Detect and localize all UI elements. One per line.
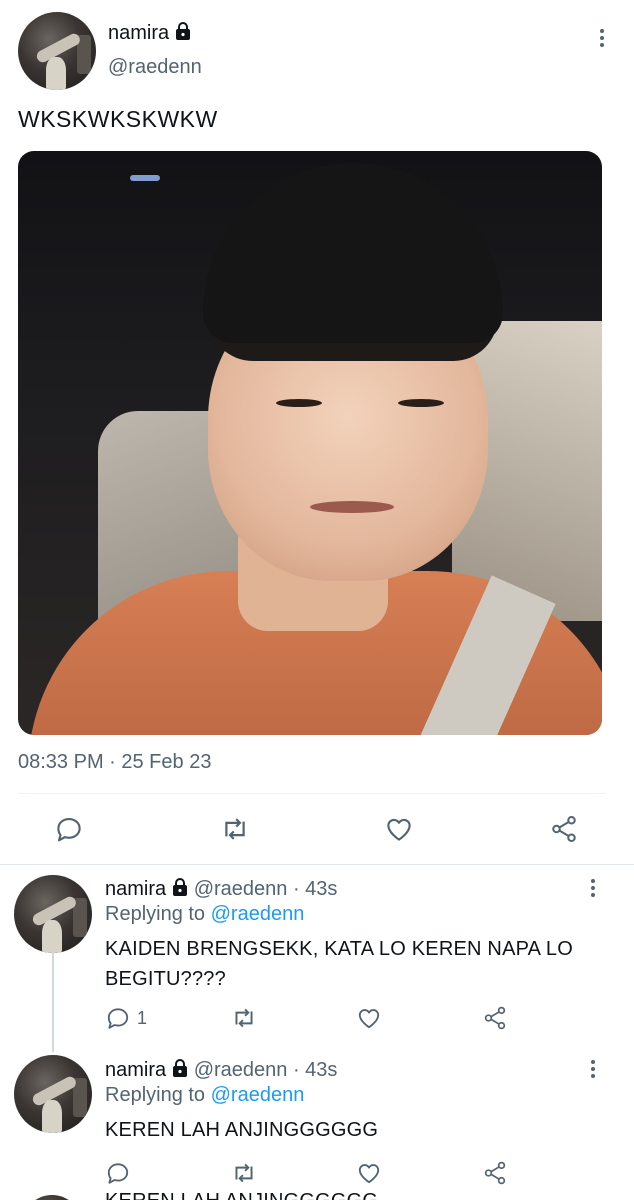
like-icon	[358, 1164, 380, 1184]
reply-icon	[107, 1008, 129, 1029]
reply-text: KAIDEN BRENGSEKK, KATA LO KEREN NAPA LO …	[105, 934, 573, 994]
reply-avatar[interactable]	[14, 1055, 92, 1133]
like-button[interactable]	[356, 1005, 382, 1031]
retweet-button[interactable]	[230, 1005, 258, 1031]
reply-text-line: KAIDEN BRENGSEKK, KATA LO KEREN NAPA LO	[105, 938, 573, 960]
retweet-icon	[235, 1163, 253, 1183]
reply-button[interactable]: 1	[105, 1005, 147, 1031]
more-options-icon[interactable]	[592, 26, 612, 50]
reply-button[interactable]	[54, 814, 84, 844]
share-icon	[484, 1161, 506, 1185]
lock-icon	[173, 878, 188, 896]
tweet-text: WKSKWKSKWKW	[18, 106, 218, 132]
reply-button[interactable]	[105, 1160, 131, 1186]
retweet-button[interactable]	[230, 1160, 258, 1186]
share-button[interactable]	[482, 1160, 508, 1186]
display-name[interactable]: namira	[108, 22, 191, 45]
share-button[interactable]	[482, 1005, 508, 1031]
reply-header[interactable]: namira @raedenn · 43s	[105, 1059, 337, 1082]
share-button[interactable]	[549, 814, 579, 844]
reply-display-name: namira	[105, 878, 167, 900]
reply-handle: @raedenn	[193, 1059, 288, 1081]
replying-to-link[interactable]: @raedenn	[211, 903, 305, 925]
more-options-icon[interactable]	[583, 876, 603, 900]
like-icon	[358, 1009, 380, 1029]
reply-header[interactable]: namira @raedenn · 43s	[105, 878, 337, 901]
reply-text-line: BEGITU????	[105, 968, 226, 990]
retweet-button[interactable]	[219, 814, 251, 844]
section-divider	[0, 864, 634, 865]
replying-to-link[interactable]: @raedenn	[211, 1084, 305, 1106]
retweet-icon	[225, 818, 245, 840]
tweet-timestamp[interactable]: 08:33 PM · 25 Feb 23	[18, 751, 211, 774]
tweet-photo[interactable]	[18, 151, 602, 735]
reply-age: · 43s	[292, 878, 338, 900]
reply-text-line: KEREN LAH ANJINGGGGGG	[105, 1119, 379, 1141]
more-options-icon[interactable]	[583, 1057, 603, 1081]
replying-label: Replying to	[105, 903, 206, 925]
reply-display-name: namira	[105, 1059, 167, 1081]
reply-icon	[57, 817, 81, 842]
replying-to: Replying to @raedenn	[105, 1084, 304, 1107]
like-icon	[387, 818, 411, 841]
reply-avatar[interactable]	[22, 1195, 82, 1200]
reply-age: · 43s	[292, 1059, 338, 1081]
lock-icon	[173, 1059, 188, 1077]
avatar[interactable]	[18, 12, 96, 90]
reply-text: KEREN LAH ANJINGGGGGG	[105, 1115, 378, 1145]
reply-handle: @raedenn	[193, 878, 288, 900]
thread-line	[52, 952, 54, 1052]
share-icon	[552, 816, 576, 842]
replying-label: Replying to	[105, 1084, 206, 1106]
handle[interactable]: @raedenn	[108, 56, 202, 79]
share-icon	[484, 1006, 506, 1030]
reply-icon	[107, 1163, 129, 1184]
reply-text-cutoff: KEREN LAH ANJINGGGGGG	[105, 1190, 378, 1200]
like-button[interactable]	[356, 1160, 382, 1186]
lock-icon	[176, 22, 191, 40]
retweet-icon	[235, 1008, 253, 1028]
reply-count: 1	[137, 1007, 148, 1028]
divider	[18, 793, 606, 794]
reply-avatar[interactable]	[14, 875, 92, 953]
replying-to: Replying to @raedenn	[105, 903, 304, 926]
display-name-text: namira	[108, 22, 170, 44]
like-button[interactable]	[384, 814, 414, 844]
